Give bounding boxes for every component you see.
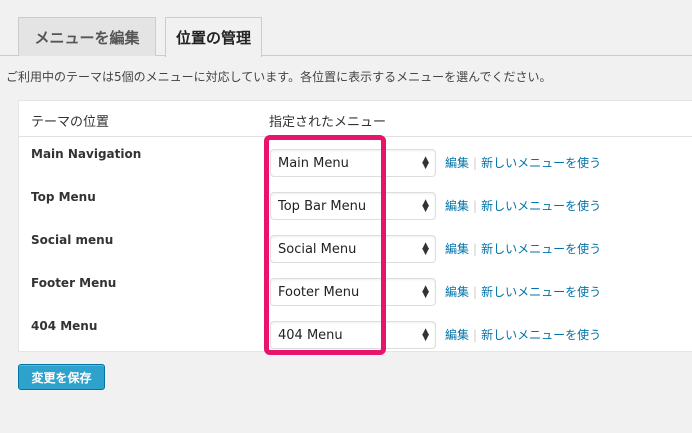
row-actions: 編集 | 新しいメニューを使う	[445, 328, 602, 342]
table-row: 404 Menu 404 Menu ▲ ▼ 編集 | 新しいメニューを使う	[19, 313, 692, 356]
edit-link[interactable]: 編集	[445, 242, 469, 256]
edit-link[interactable]: 編集	[445, 328, 469, 342]
location-name: 404 Menu	[31, 319, 98, 333]
table-row: Top Menu Top Bar Menu ▲ ▼ 編集 | 新しいメニューを使う	[19, 184, 692, 227]
column-header-menu: 指定されたメニュー	[269, 115, 387, 130]
table-row: Main Navigation Main Menu ▲ ▼ 編集 | 新しいメニューを…	[19, 141, 692, 184]
edit-link[interactable]: 編集	[445, 156, 469, 170]
location-name: Social menu	[31, 233, 114, 247]
select-arrows-icon: ▲ ▼	[422, 241, 429, 257]
menu-select-value: Main Menu	[278, 156, 349, 171]
location-name: Main Navigation	[31, 147, 142, 161]
menu-select[interactable]: 404 Menu ▲ ▼	[270, 321, 436, 349]
menu-select[interactable]: Top Bar Menu ▲ ▼	[270, 192, 436, 220]
tab-manage-locations[interactable]: 位置の管理	[165, 17, 262, 57]
menu-select[interactable]: Social Menu ▲ ▼	[270, 235, 436, 263]
use-new-menu-link[interactable]: 新しいメニューを使う	[481, 199, 601, 213]
menu-select-value: Top Bar Menu	[278, 199, 367, 214]
select-arrows-icon: ▲ ▼	[422, 284, 429, 300]
tab-edit-menus[interactable]: メニューを編集	[18, 17, 156, 56]
table-row: Footer Menu Footer Menu ▲ ▼ 編集 | 新しいメニューを使う	[19, 270, 692, 313]
use-new-menu-link[interactable]: 新しいメニューを使う	[481, 328, 601, 342]
use-new-menu-link[interactable]: 新しいメニューを使う	[481, 156, 601, 170]
menu-select-value: Social Menu	[278, 242, 357, 257]
locations-description: ご利用中のテーマは5個のメニューに対応しています。各位置に表示するメニューを選ん…	[6, 70, 552, 84]
menu-select[interactable]: Main Menu ▲ ▼	[270, 149, 436, 177]
edit-link[interactable]: 編集	[445, 199, 469, 213]
select-arrows-icon: ▲ ▼	[422, 327, 429, 343]
location-name: Footer Menu	[31, 276, 117, 290]
row-actions: 編集 | 新しいメニューを使う	[445, 199, 602, 213]
edit-link[interactable]: 編集	[445, 285, 469, 299]
menu-select-value: Footer Menu	[278, 285, 360, 300]
table-header: テーマの位置 指定されたメニュー	[19, 101, 692, 137]
nav-tabs: メニューを編集 位置の管理	[0, 0, 692, 57]
select-arrows-icon: ▲ ▼	[422, 155, 429, 171]
menu-select[interactable]: Footer Menu ▲ ▼	[270, 278, 436, 306]
table-row: Social menu Social Menu ▲ ▼ 編集 | 新しいメニューを使う	[19, 227, 692, 270]
use-new-menu-link[interactable]: 新しいメニューを使う	[481, 285, 601, 299]
menu-locations-table: テーマの位置 指定されたメニュー Main Navigation Main Me…	[18, 100, 692, 352]
menu-select-value: 404 Menu	[278, 328, 343, 343]
location-name: Top Menu	[31, 190, 96, 204]
select-arrows-icon: ▲ ▼	[422, 198, 429, 214]
row-actions: 編集 | 新しいメニューを使う	[445, 285, 602, 299]
use-new-menu-link[interactable]: 新しいメニューを使う	[481, 242, 601, 256]
row-actions: 編集 | 新しいメニューを使う	[445, 242, 602, 256]
column-header-location: テーマの位置	[31, 115, 110, 130]
save-changes-button[interactable]: 変更を保存	[18, 364, 105, 390]
row-actions: 編集 | 新しいメニューを使う	[445, 156, 602, 170]
